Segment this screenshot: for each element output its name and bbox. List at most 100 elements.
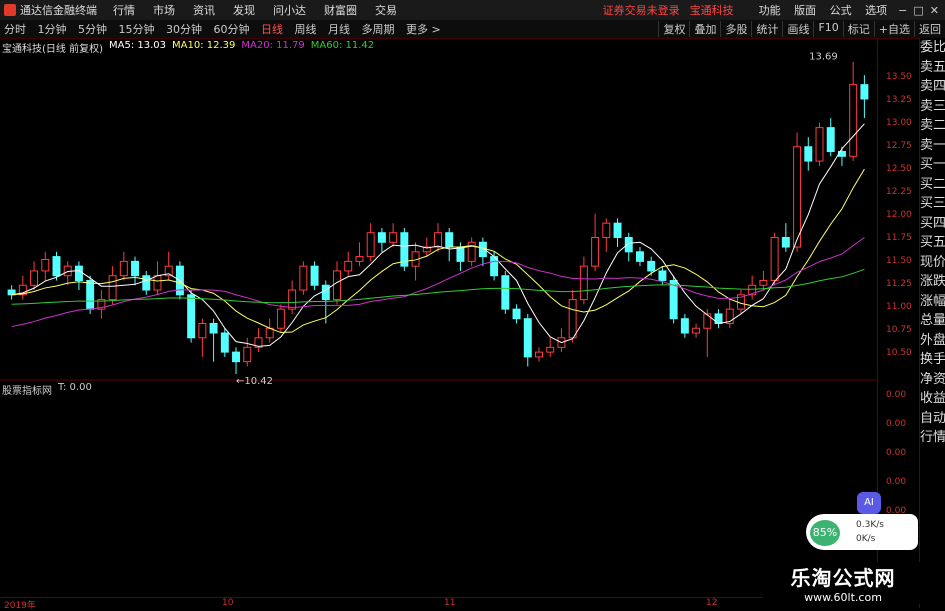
candle-body[interactable] (131, 260, 140, 277)
minimize-icon[interactable]: − (898, 4, 907, 17)
tab-multi-period[interactable]: 多周期 (358, 23, 399, 36)
sidebar-item[interactable]: 买一 (920, 155, 945, 175)
tab-intraday[interactable]: 分时 (0, 23, 30, 36)
tool-overlay[interactable]: 叠加 (689, 21, 720, 37)
menu-discover[interactable]: 发现 (224, 2, 264, 18)
candle-body[interactable] (366, 232, 375, 258)
menu-ask[interactable]: 问小达 (264, 2, 315, 18)
candle-body[interactable] (310, 265, 319, 286)
candle-body[interactable] (703, 313, 712, 329)
candle-body[interactable] (613, 222, 622, 238)
login-notice[interactable]: 证券交易未登录 (603, 2, 680, 18)
tool-stats[interactable]: 统计 (751, 21, 782, 37)
sidebar-item[interactable]: 净资 (920, 370, 945, 390)
sidebar-item[interactable]: 买四 (920, 214, 945, 234)
sidebar-item[interactable]: 现价 (920, 253, 945, 273)
menu-news[interactable]: 资讯 (184, 2, 224, 18)
close-icon[interactable]: ✕ (930, 4, 939, 17)
sidebar-item[interactable]: 卖五 (920, 58, 945, 78)
tool-back[interactable]: 返回 (914, 21, 945, 37)
candle-body[interactable] (119, 260, 128, 277)
candle-body[interactable] (680, 318, 689, 334)
tab-60min[interactable]: 60分钟 (210, 23, 254, 36)
sidebar-item[interactable]: 总量 (920, 311, 945, 331)
tool-mark[interactable]: 标记 (842, 21, 874, 37)
candle-body[interactable] (781, 236, 790, 248)
candle-body[interactable] (501, 275, 510, 310)
candle-body[interactable] (108, 275, 117, 301)
candle-body[interactable] (41, 258, 50, 272)
sidebar-item[interactable]: 卖四 (920, 77, 945, 97)
tab-15min[interactable]: 15分钟 (115, 23, 159, 36)
candle-body[interactable] (142, 275, 151, 291)
candle-body[interactable] (793, 146, 802, 248)
tab-weekly[interactable]: 周线 (291, 23, 321, 36)
sidebar-item[interactable]: 卖三 (920, 97, 945, 117)
sidebar-item[interactable]: 买五 (920, 233, 945, 253)
candle-body[interactable] (568, 299, 577, 339)
candlestick-chart[interactable]: 13.69 ←10.42 (0, 38, 877, 598)
menu-market[interactable]: 市场 (144, 2, 184, 18)
candle-body[interactable] (333, 270, 341, 301)
candle-body[interactable] (86, 279, 95, 310)
tool-adjust[interactable]: 复权 (658, 21, 689, 37)
candle-body[interactable] (860, 84, 869, 100)
indicator-name[interactable]: 股票指标网 (2, 382, 52, 397)
candle-body[interactable] (220, 332, 229, 353)
tool-multi-stock[interactable]: 多股 (720, 21, 751, 37)
candle-body[interactable] (647, 260, 656, 272)
tool-draw[interactable]: 画线 (782, 21, 813, 37)
tab-5min[interactable]: 5分钟 (74, 23, 111, 36)
sidebar-item[interactable]: 涨跌 (920, 272, 945, 292)
candle-body[interactable] (355, 256, 364, 262)
candle-body[interactable] (74, 265, 83, 281)
sidebar-item[interactable]: 买三 (920, 194, 945, 214)
sidebar-item[interactable]: 卖一 (920, 136, 945, 156)
candle-body[interactable] (232, 351, 241, 363)
sidebar-item[interactable]: 卖二 (920, 116, 945, 136)
ai-assistant-button[interactable]: AI (857, 492, 881, 514)
candle-body[interactable] (445, 232, 454, 248)
sidebar-item[interactable]: 换手 (920, 350, 945, 370)
candle-body[interactable] (153, 275, 162, 291)
candle-body[interactable] (759, 279, 768, 286)
sidebar-item[interactable]: 涨幅 (920, 292, 945, 312)
menu-wealth[interactable]: 财富圈 (315, 2, 366, 18)
candle-body[interactable] (804, 146, 813, 162)
tool-f10[interactable]: F10 (813, 21, 842, 37)
menu-formula[interactable]: 公式 (825, 4, 857, 17)
candle-body[interactable] (591, 236, 600, 267)
sidebar-item[interactable]: 行情 (920, 428, 945, 448)
sidebar-item[interactable]: 买二 (920, 175, 945, 195)
tab-30min[interactable]: 30分钟 (162, 23, 206, 36)
menu-layout[interactable]: 版面 (789, 4, 821, 17)
candle-body[interactable] (512, 308, 521, 320)
menu-quotes[interactable]: 行情 (104, 2, 144, 18)
menu-options[interactable]: 选项 (860, 4, 892, 17)
candle-body[interactable] (187, 294, 196, 339)
candle-body[interactable] (579, 265, 588, 301)
menu-function[interactable]: 功能 (754, 4, 786, 17)
menu-trade[interactable]: 交易 (366, 2, 406, 18)
candle-body[interactable] (535, 351, 543, 358)
tab-monthly[interactable]: 月线 (324, 23, 354, 36)
candle-body[interactable] (692, 327, 701, 334)
candle-body[interactable] (456, 246, 465, 262)
candle-body[interactable] (276, 308, 285, 329)
candle-body[interactable] (299, 265, 308, 291)
candle-body[interactable] (602, 222, 611, 238)
candle-body[interactable] (344, 260, 353, 272)
candle-body[interactable] (321, 284, 330, 301)
candle-body[interactable] (198, 322, 207, 339)
candle-body[interactable] (770, 236, 779, 281)
sidebar-item[interactable]: 外盘 (920, 331, 945, 351)
candle-body[interactable] (377, 232, 386, 243)
candle-body[interactable] (52, 256, 61, 277)
candle-body[interactable] (243, 346, 252, 363)
sidebar-item[interactable]: 委比 (920, 38, 945, 58)
candle-body[interactable] (389, 232, 398, 243)
sidebar-item[interactable]: 自动 (920, 409, 945, 429)
candle-body[interactable] (209, 322, 218, 334)
candle-body[interactable] (434, 232, 442, 248)
candle-body[interactable] (815, 127, 824, 162)
